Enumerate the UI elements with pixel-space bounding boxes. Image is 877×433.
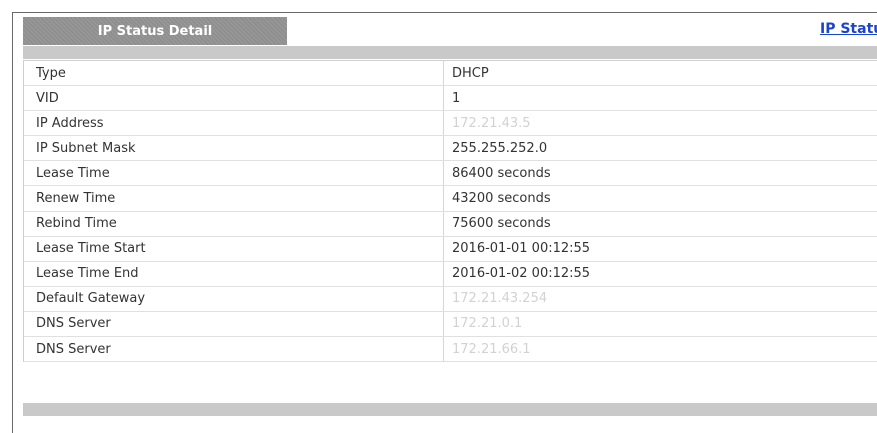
ip-status-detail-panel: IP Status Detail IP Status TypeDHCPVID1I…	[12, 12, 877, 433]
row-label: Rebind Time	[24, 211, 444, 236]
row-label: DNS Server	[24, 311, 444, 337]
row-label: IP Address	[24, 111, 444, 136]
row-value: 1	[452, 90, 461, 106]
row-label: DNS Server	[24, 337, 444, 362]
table-row: DNS Server 172.21.0.1	[24, 311, 877, 338]
table-row: Lease Time 86400 seconds	[24, 161, 877, 187]
row-label: Lease Time Start	[24, 236, 444, 261]
row-label: IP Subnet Mask	[24, 136, 444, 161]
row-label: Renew Time	[24, 186, 444, 211]
table-row: Rebind Time 75600 seconds	[24, 211, 877, 237]
row-value: 172.21.43.5	[452, 115, 531, 131]
table-row: IP Subnet Mask 255.255.252.0	[24, 136, 877, 162]
row-value: 255.255.252.0	[452, 140, 548, 156]
row-label: Lease Time End	[24, 261, 444, 286]
panel-title: IP Status Detail	[97, 23, 213, 39]
row-value: 86400 seconds	[452, 165, 551, 181]
row-value: 2016-01-01 00:12:55	[452, 241, 591, 257]
table-row: Default Gateway 172.21.43.254	[24, 286, 877, 312]
row-value: 43200 seconds	[452, 191, 551, 207]
row-value: 75600 seconds	[452, 216, 551, 232]
detail-table: Type DHCP VID 1 IP Address 172.21.43.5 IP Subn…	[23, 60, 877, 363]
table-row: Type DHCP	[24, 61, 877, 87]
row-label: VID	[24, 86, 444, 111]
row-label: Lease Time	[24, 161, 444, 186]
row-label: Type	[24, 61, 444, 86]
table-row: Renew Time 43200 seconds	[24, 186, 877, 212]
row-label: Default Gateway	[24, 286, 444, 311]
row-value: DHCP	[452, 65, 489, 81]
panel-title-tab: IP Status Detail	[23, 17, 287, 45]
row-value: 172.21.0.1	[452, 316, 523, 332]
row-value: 172.21.66.1	[452, 341, 531, 357]
row-value: 2016-01-02 00:12:55	[452, 266, 591, 282]
ip-status-link[interactable]: IP Status	[820, 21, 877, 37]
header-band	[23, 46, 877, 59]
table-row: Lease Time Start 2016-01-01 00:12:55	[24, 236, 877, 262]
table-row: VID 1	[24, 86, 877, 112]
table-row: Lease Time End 2016-01-02 00:12:55	[24, 261, 877, 287]
table-row: IP Address 172.21.43.5	[24, 111, 877, 137]
row-value: 172.21.43.254	[452, 291, 548, 307]
table-row: DNS Server 172.21.66.1	[24, 337, 877, 363]
footer-band	[23, 403, 877, 416]
